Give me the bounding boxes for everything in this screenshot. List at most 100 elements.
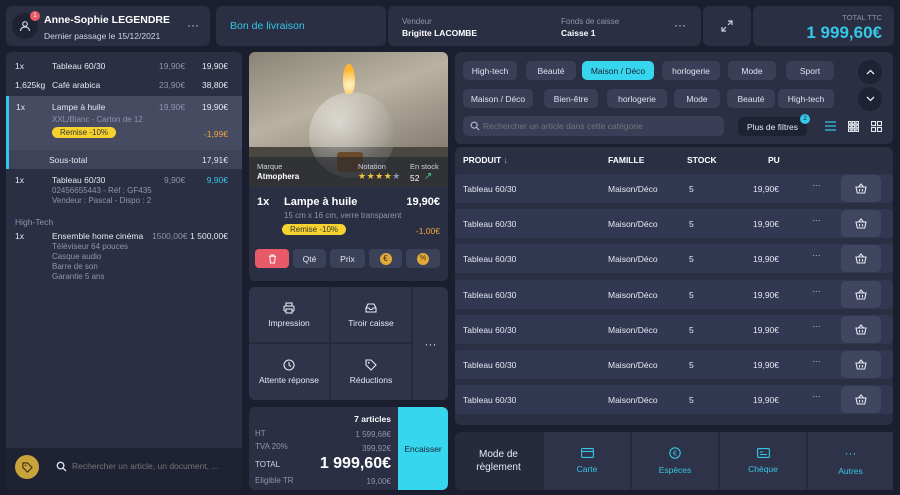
category-chip[interactable]: High-tech (463, 61, 517, 80)
scroll-up-button[interactable] (858, 60, 882, 84)
pay-card-button[interactable]: Carte (544, 432, 630, 490)
category-search-input[interactable] (483, 118, 719, 134)
category-chip[interactable]: Mode (728, 61, 776, 80)
cart-line-qty: 1,625kg (15, 80, 46, 90)
customer-name: Anne-Sophie LEGENDRE (44, 14, 171, 26)
category-chip[interactable]: Maison / Déco (463, 89, 533, 108)
category-chip[interactable]: Beauté (526, 61, 576, 80)
cart-search-bar (6, 448, 242, 490)
seller-panel[interactable]: Vendeur Brigitte LACOMBE Fonds de caisse… (388, 6, 701, 46)
total-ttc-label: TOTAL TTC (842, 13, 882, 22)
seller-more-icon[interactable]: ··· (674, 18, 686, 32)
add-to-basket-button[interactable] (841, 315, 881, 343)
category-chip[interactable]: Sport (786, 61, 834, 80)
category-chip-active[interactable]: Maison / Déco (582, 61, 654, 80)
cart-line-total: 38,80€ (202, 80, 228, 90)
row-product: Tableau 60/30 (463, 395, 517, 406)
row-more-icon[interactable]: ··· (812, 180, 821, 190)
table-row[interactable]: Tableau 60/30 Maison/Déco 5 19,90€ ··· (455, 279, 893, 309)
category-chip[interactable]: horlogerie (607, 89, 667, 108)
cart-search-input[interactable] (72, 458, 236, 474)
discounts-tile[interactable]: Réductions (331, 344, 411, 400)
add-to-basket-button[interactable] (841, 351, 881, 378)
grid-view-icon[interactable] (847, 120, 860, 133)
rating-stars: ★★★★★ (358, 171, 401, 181)
print-tile[interactable]: Impression (249, 287, 329, 342)
hold-tile[interactable]: Attente réponse (249, 344, 329, 400)
pay-other-label: Autres (838, 466, 863, 476)
row-product: Tableau 60/30 (463, 324, 517, 335)
cart-line[interactable]: 1x Tableau 60/30 19,90€ 19,90€ (6, 52, 242, 72)
cart-line-unit: 1500,00€ (152, 231, 188, 241)
header-product[interactable]: PRODUIT ↓ (463, 155, 508, 165)
add-to-basket-button[interactable] (841, 175, 881, 202)
cart-line[interactable]: 1,625kg Café arabica 23,90€ 38,80€ (6, 74, 242, 92)
percent-button[interactable]: % (406, 249, 440, 268)
category-chip[interactable]: Beauté (727, 89, 775, 108)
customer-header[interactable]: 1 Anne-Sophie LEGENDRE Dernier passage l… (6, 6, 210, 46)
pay-cash-button[interactable]: € Espèces (632, 432, 718, 490)
cart-line-name: Tableau 60/30 (52, 175, 106, 185)
euro-icon: € (669, 447, 681, 459)
row-stock: 5 (689, 289, 694, 300)
percent-coin-icon: % (417, 252, 429, 265)
category-chip[interactable]: Mode (674, 89, 720, 108)
table-row[interactable]: Tableau 60/30 Maison/Déco 5 19,90€ ··· (455, 314, 893, 344)
credit-card-icon (580, 448, 594, 458)
row-more-icon[interactable]: ··· (812, 321, 821, 331)
customer-more-icon[interactable]: ··· (187, 18, 199, 32)
price-button[interactable]: Prix (330, 249, 365, 268)
cart-line[interactable]: 1x Ensemble home cinéma 1500,00€ 1 500,0… (6, 228, 242, 288)
cart-line-total: 9,90€ (206, 175, 228, 185)
row-family: Maison/Déco (608, 324, 658, 335)
payment-mode-label: Mode de règlement (476, 449, 521, 473)
row-more-icon[interactable]: ··· (812, 215, 821, 225)
add-to-basket-button[interactable] (841, 280, 881, 308)
total-value: 1 999,60€ (319, 455, 391, 472)
row-more-icon[interactable]: ··· (812, 286, 821, 296)
discount-value: -1,99€ (203, 129, 228, 139)
cart-line-seller: Vendeur : Pascal - Dispo : 2 (52, 196, 152, 205)
quantity-button[interactable]: Qté (293, 249, 326, 268)
table-row[interactable]: Tableau 60/30 Maison/Déco 5 19,90€ ··· (455, 174, 893, 203)
table-row[interactable]: Tableau 60/30 Maison/Déco 5 19,90€ ··· (455, 244, 893, 274)
category-search[interactable] (463, 116, 724, 136)
cart-line[interactable]: 1x Tableau 60/30 9,90€ 9,90€ 02456655443… (6, 170, 242, 212)
checkout-button[interactable]: Encaisser (398, 407, 448, 490)
cart-line-unit: 9,90€ (164, 175, 186, 185)
row-more-icon[interactable]: ··· (812, 391, 821, 401)
category-chip[interactable]: High-tech (778, 89, 834, 108)
euro-button[interactable]: € (369, 249, 402, 268)
pay-other-button[interactable]: ··· Autres (808, 432, 893, 490)
subtotal-label: Sous-total (49, 155, 88, 165)
more-actions-tile[interactable]: ··· (413, 287, 448, 400)
row-family: Maison/Déco (608, 395, 658, 406)
row-more-icon[interactable]: ··· (812, 250, 821, 260)
cart-line-qty: 1x (16, 102, 25, 112)
category-chip[interactable]: Bien-être (544, 89, 598, 108)
product-qty: 1x (257, 196, 270, 208)
add-to-basket-button[interactable] (841, 245, 881, 273)
row-product: Tableau 60/30 (463, 219, 517, 230)
cash-drawer-tile[interactable]: Tiroir caisse (331, 287, 411, 342)
tile-view-icon[interactable] (870, 120, 883, 133)
pay-check-button[interactable]: Chèque (720, 432, 806, 490)
loyalty-button[interactable] (15, 455, 39, 479)
category-chip[interactable]: horlogerie (662, 61, 720, 80)
add-to-basket-button[interactable] (841, 210, 881, 238)
row-family: Maison/Déco (608, 184, 658, 194)
table-row[interactable]: Tableau 60/30 Maison/Déco 5 19,90€ ··· (455, 385, 893, 415)
table-row[interactable]: Tableau 60/30 Maison/Déco 5 19,90€ ··· (455, 209, 893, 239)
fullscreen-button[interactable] (703, 6, 751, 46)
row-more-icon[interactable]: ··· (812, 356, 821, 366)
cart-line-ref: 02456655443 - Réf : GF435 (52, 186, 152, 195)
delivery-note-button[interactable]: Bon de livraison (216, 6, 386, 46)
add-to-basket-button[interactable] (841, 386, 881, 414)
scroll-down-button[interactable] (858, 87, 882, 111)
delete-button[interactable] (255, 249, 289, 268)
product-description: 15 cm x 16 cm, verre transparent (284, 211, 402, 220)
more-filters-button[interactable]: Plus de filtres (738, 117, 807, 136)
table-row[interactable]: Tableau 60/30 Maison/Déco 5 19,90€ ··· (455, 350, 893, 379)
list-view-icon[interactable] (825, 121, 836, 131)
total-label: TOTAL (255, 460, 281, 469)
